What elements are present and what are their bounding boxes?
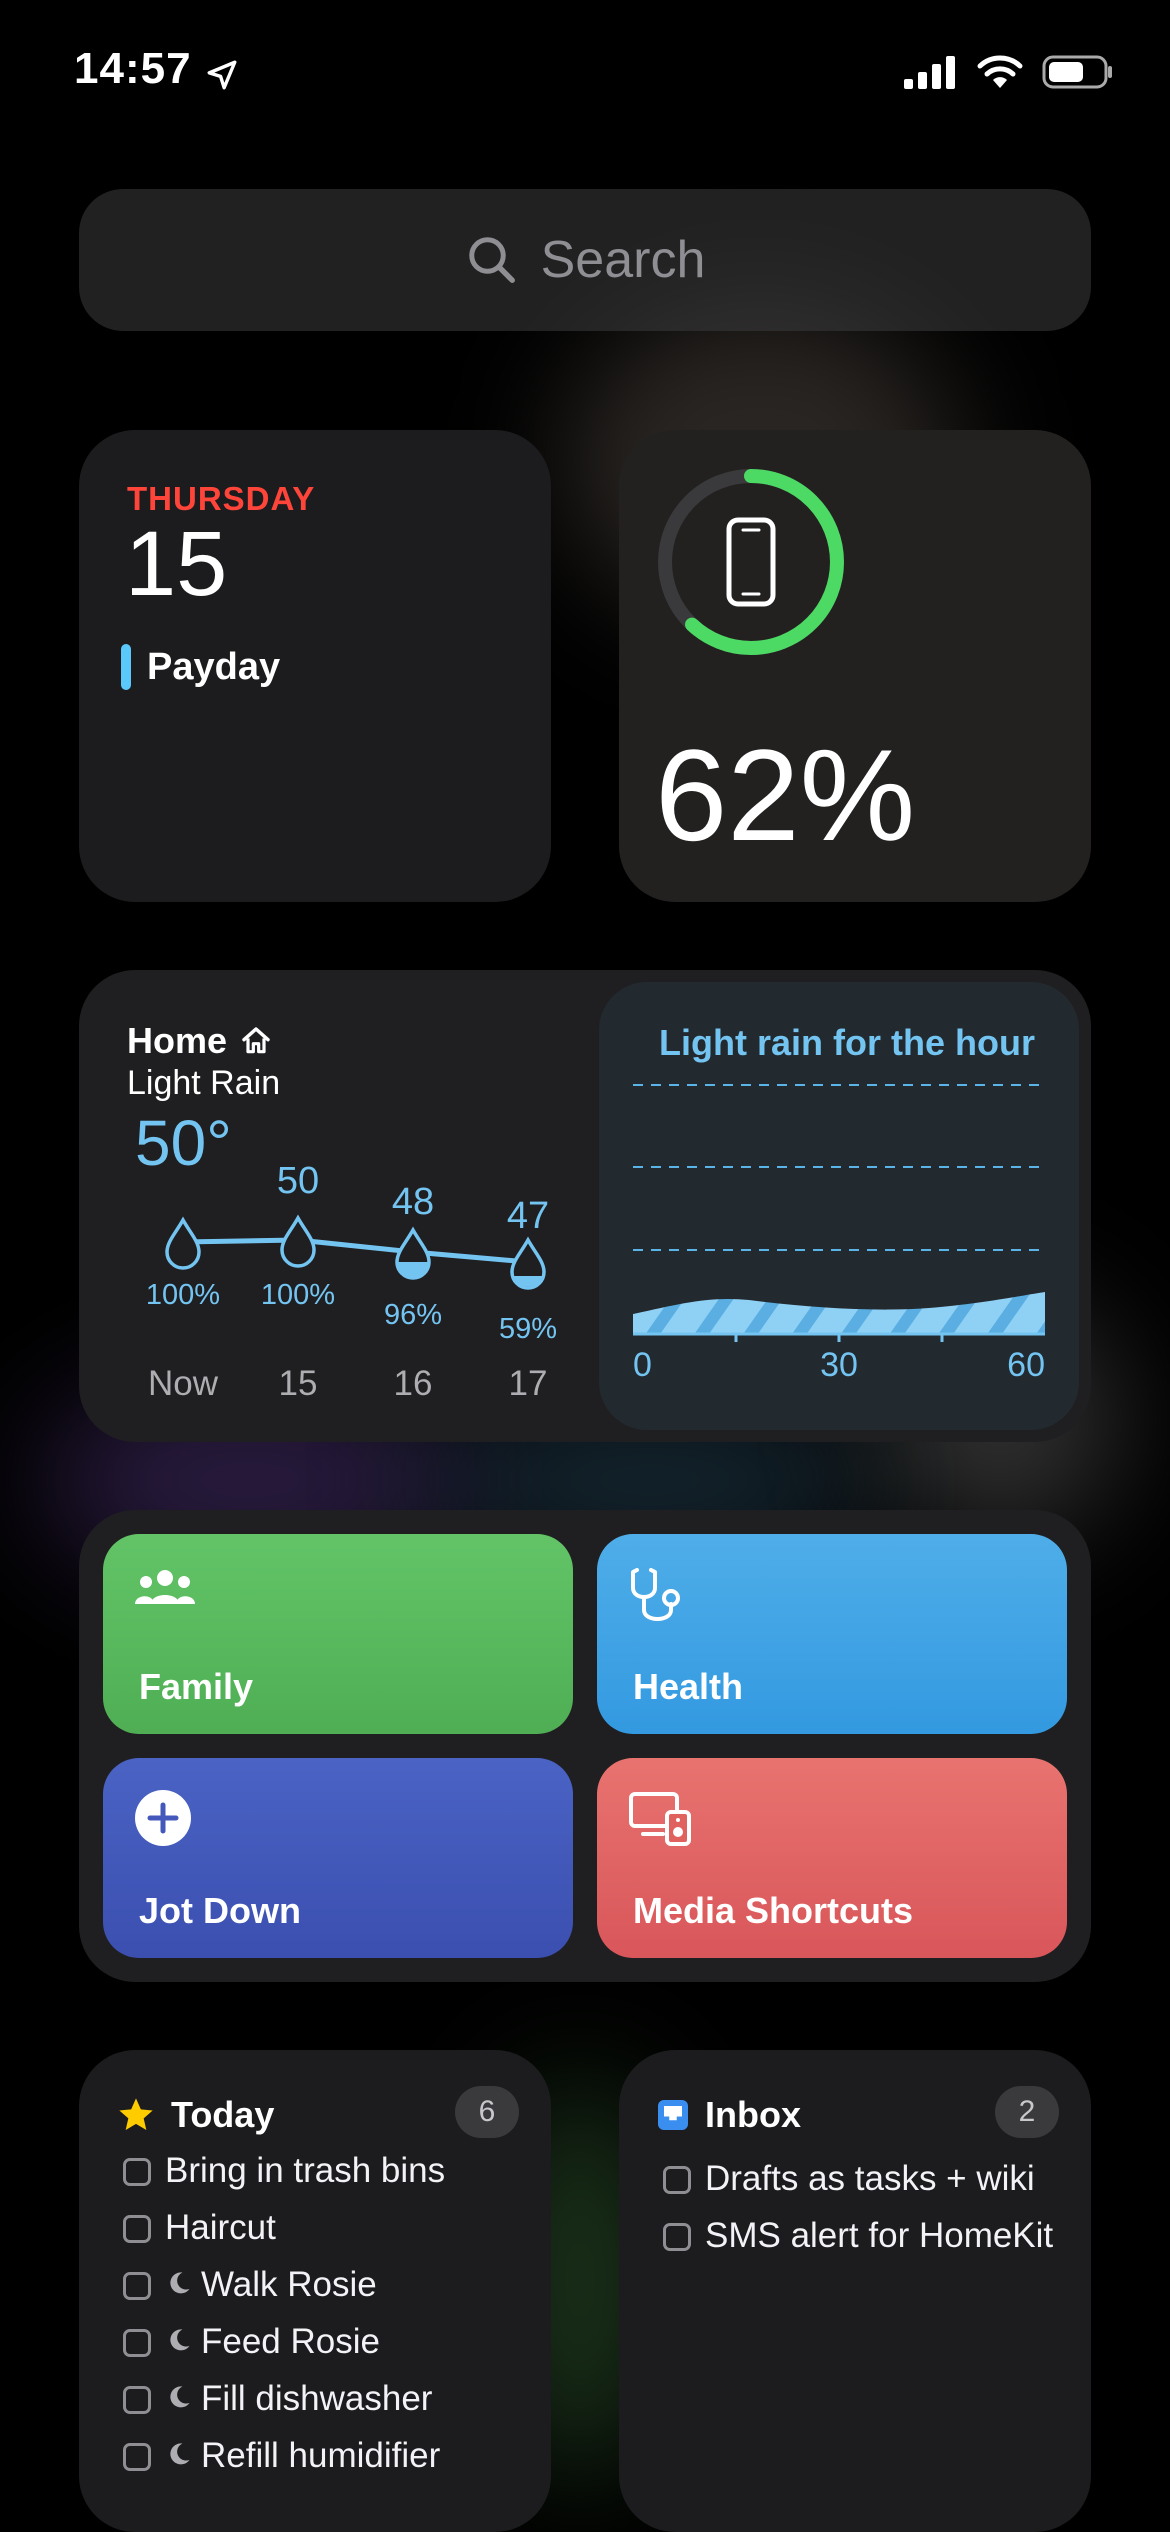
raindrop-icon [395, 1226, 431, 1280]
moon-icon [170, 2329, 190, 2351]
task-checkbox[interactable] [123, 2329, 151, 2357]
raindrop-icon [510, 1236, 546, 1290]
task-item[interactable]: Refill humidifier [123, 2435, 523, 2476]
weather-widget[interactable]: Home Light Rain 50° 50 48 47 100% 100% 9… [79, 970, 1091, 1442]
battery-ring [658, 469, 844, 655]
today-count-badge: 6 [455, 2086, 519, 2138]
plus-circle-icon [135, 1790, 191, 1846]
battery-icon [1042, 55, 1112, 89]
battery-percentage: 62% [655, 722, 916, 868]
task-item[interactable]: SMS alert for HomeKit [663, 2215, 1063, 2256]
raindrop-icon [280, 1214, 316, 1268]
shortcut-family[interactable]: Family [103, 1534, 573, 1734]
search-placeholder: Search [540, 231, 706, 289]
shortcut-jot-down-label: Jot Down [139, 1890, 301, 1931]
task-item[interactable]: Haircut [123, 2207, 523, 2248]
calendar-event[interactable]: Payday [121, 644, 280, 690]
iphone-icon [726, 517, 776, 607]
task-checkbox[interactable] [123, 2386, 151, 2414]
task-label: Haircut [165, 2208, 276, 2247]
calendar-event-title: Payday [147, 645, 281, 688]
hour-label-15: 15 [279, 1364, 318, 1403]
task-item[interactable]: Bring in trash bins [123, 2150, 523, 2191]
event-color-bar [121, 644, 131, 690]
task-label: Walk Rosie [201, 2265, 377, 2304]
task-label: Bring in trash bins [165, 2151, 446, 2190]
task-label: Feed Rosie [201, 2322, 380, 2361]
current-temperature: 50° [135, 1107, 232, 1179]
task-label: Drafts as tasks + wiki [705, 2159, 1035, 2198]
shortcut-health[interactable]: Health [597, 1534, 1067, 1734]
hour-temp-16: 48 [392, 1181, 434, 1223]
moon-icon [170, 2272, 190, 2294]
task-checkbox[interactable] [123, 2443, 151, 2471]
search-icon [468, 237, 515, 283]
hour-label-17: 17 [509, 1364, 548, 1403]
star-icon [119, 2098, 153, 2130]
rain-axis-0: 0 [633, 1346, 652, 1384]
task-checkbox[interactable] [663, 2166, 691, 2194]
hour-temp-17: 47 [507, 1195, 549, 1237]
rain-intensity-chart: 0 30 60 [633, 1084, 1045, 1384]
task-item[interactable]: Feed Rosie [123, 2321, 523, 2362]
raindrop-icon [165, 1216, 201, 1270]
clock: 14:57 [74, 44, 192, 93]
hourly-forecast: 50° 50 48 47 100% 100% 96% 59% Now 15 16… [135, 1107, 557, 1403]
location-arrow-icon [207, 60, 237, 90]
task-item[interactable]: Fill dishwasher [123, 2378, 523, 2419]
moon-icon [170, 2386, 190, 2408]
people-icon [135, 1570, 195, 1604]
today-title: Today [171, 2094, 275, 2135]
shortcut-media-label: Media Shortcuts [633, 1890, 914, 1931]
moon-icon [170, 2443, 190, 2465]
rain-axis-60: 60 [1007, 1346, 1045, 1384]
task-item[interactable]: Drafts as tasks + wiki [663, 2158, 1063, 2199]
shortcuts-widget: Family Health Jot Down Media Shortcuts [79, 1510, 1091, 1982]
hour-precip-now: 100% [146, 1279, 220, 1311]
today-list-widget[interactable]: Today 6 Bring in trash bins Haircut Walk… [79, 2050, 551, 2532]
hour-precip-17: 59% [499, 1313, 557, 1345]
shortcut-jot-down[interactable]: Jot Down [103, 1758, 573, 1958]
inbox-title: Inbox [705, 2094, 801, 2135]
task-label: Fill dishwasher [201, 2379, 433, 2418]
inbox-list-widget[interactable]: Inbox 2 Drafts as tasks + wiki SMS alert… [619, 2050, 1091, 2532]
hour-precip-16: 96% [384, 1299, 442, 1331]
task-label: SMS alert for HomeKit [705, 2216, 1054, 2255]
stethoscope-icon [631, 1568, 680, 1621]
task-checkbox[interactable] [123, 2158, 151, 2186]
hour-temp-15: 50 [277, 1160, 319, 1202]
inbox-count-badge: 2 [995, 2086, 1059, 2138]
devices-icon [629, 1792, 691, 1846]
status-bar: 14:57 [0, 0, 1170, 150]
task-checkbox[interactable] [663, 2223, 691, 2251]
wifi-icon [977, 55, 1023, 88]
calendar-date: 15 [125, 513, 228, 615]
battery-widget[interactable]: 62% [619, 430, 1091, 902]
task-checkbox[interactable] [123, 2272, 151, 2300]
search-field[interactable]: Search [79, 189, 1091, 331]
hour-label-16: 16 [394, 1364, 433, 1403]
shortcut-media-shortcuts[interactable]: Media Shortcuts [597, 1758, 1067, 1958]
hour-label-now: Now [148, 1364, 219, 1403]
hour-precip-15: 100% [261, 1279, 335, 1311]
inbox-tray-icon [658, 2100, 688, 2130]
cellular-signal-icon [904, 56, 955, 89]
rain-axis-30: 30 [820, 1346, 858, 1384]
shortcut-family-label: Family [139, 1666, 254, 1707]
rain-chart-panel: Light rain for the hour 0 30 60 [599, 982, 1079, 1430]
shortcut-health-label: Health [633, 1666, 744, 1707]
calendar-widget[interactable]: THURSDAY 15 Payday [79, 430, 551, 902]
task-checkbox[interactable] [123, 2215, 151, 2243]
task-label: Refill humidifier [201, 2436, 441, 2475]
task-item[interactable]: Walk Rosie [123, 2264, 523, 2305]
